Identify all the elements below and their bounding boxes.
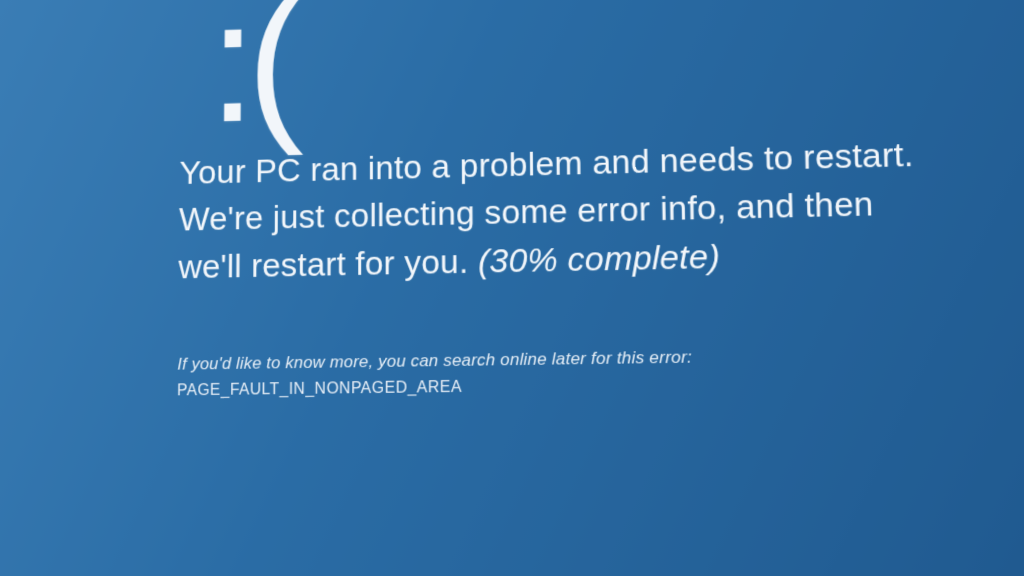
bsod-progress-text: (30% complete) [478,237,721,280]
bsod-error-code: PAGE_FAULT_IN_NONPAGED_AREA [177,373,947,401]
bsod-content: Your PC ran into a problem and needs to … [177,130,947,400]
bsod-screen: :( Your PC ran into a problem and needs … [11,0,1024,576]
bsod-info-prompt: If you'd like to know more, you can sear… [177,340,946,376]
bsod-info-block: If you'd like to know more, you can sear… [177,340,947,400]
sad-face-icon: :( [208,0,295,150]
bsod-message-line-3-prefix: we'll restart for you. [178,242,478,285]
